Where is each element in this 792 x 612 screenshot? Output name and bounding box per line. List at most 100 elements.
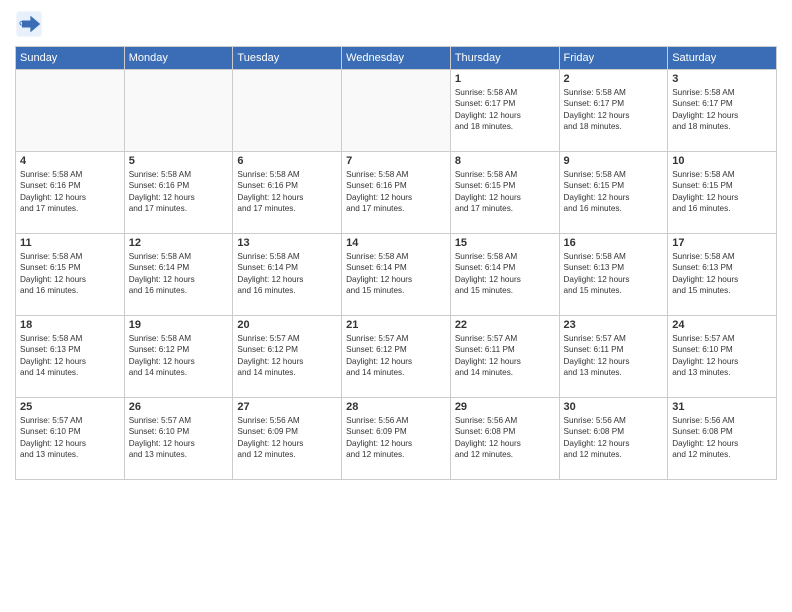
day-number: 25 [20,401,120,413]
day-info: Sunrise: 5:58 AM Sunset: 6:14 PM Dayligh… [129,251,229,297]
logo-icon: G [15,10,43,38]
calendar-cell: 17Sunrise: 5:58 AM Sunset: 6:13 PM Dayli… [668,234,777,316]
calendar-cell: 13 Sunrise: 5:58 AM Sunset: 6:14 PM Dayli… [233,234,342,316]
day-info: Sunrise: 5:57 AM Sunset: 6:11 PM Dayligh… [455,333,555,379]
day-number: 1 [455,73,555,85]
day-number: 8 [455,155,555,167]
calendar-cell: 5Sunrise: 5:58 AM Sunset: 6:16 PM Daylig… [124,152,233,234]
calendar-cell [16,70,125,152]
week-row-1: 1 Sunrise: 5:58 AM Sunset: 6:17 PM Daylig… [16,70,777,152]
day-number: 27 [237,401,337,413]
weekday-header-thursday: Thursday [450,47,559,70]
day-number: 12 [129,237,229,249]
day-info: Sunrise: 5:57 AM Sunset: 6:12 PM Dayligh… [237,333,337,379]
weekday-header-saturday: Saturday [668,47,777,70]
day-info: Sunrise: 5:58 AM Sunset: 6:13 PM Dayligh… [20,333,120,379]
day-info: Sunrise: 5:58 AM Sunset: 6:14 PM Dayligh… [237,251,337,297]
calendar-cell: 26 Sunrise: 5:57 AM Sunset: 6:10 PM Dayli… [124,398,233,480]
calendar-cell: 30Sunrise: 5:56 AM Sunset: 6:08 PM Dayli… [559,398,668,480]
day-number: 24 [672,319,772,331]
day-info: Sunrise: 5:58 AM Sunset: 6:15 PM Dayligh… [564,169,664,215]
calendar-cell: 10 Sunrise: 5:58 AM Sunset: 6:15 PM Dayli… [668,152,777,234]
calendar-cell: 25 Sunrise: 5:57 AM Sunset: 6:10 PM Dayli… [16,398,125,480]
day-number: 20 [237,319,337,331]
calendar-cell: 8 Sunrise: 5:58 AM Sunset: 6:15 PM Daylig… [450,152,559,234]
day-number: 21 [346,319,446,331]
calendar-cell: 28 Sunrise: 5:56 AM Sunset: 6:09 PM Dayli… [342,398,451,480]
header: G [15,10,777,38]
calendar-cell: 20 Sunrise: 5:57 AM Sunset: 6:12 PM Dayli… [233,316,342,398]
day-number: 2 [564,73,664,85]
svg-text:G: G [19,20,24,27]
day-number: 16 [564,237,664,249]
day-info: Sunrise: 5:56 AM Sunset: 6:09 PM Dayligh… [237,415,337,461]
day-info: Sunrise: 5:57 AM Sunset: 6:10 PM Dayligh… [129,415,229,461]
calendar-cell [124,70,233,152]
day-number: 22 [455,319,555,331]
calendar-cell: 18Sunrise: 5:58 AM Sunset: 6:13 PM Dayli… [16,316,125,398]
day-number: 5 [129,155,229,167]
calendar-cell: 12 Sunrise: 5:58 AM Sunset: 6:14 PM Dayli… [124,234,233,316]
page: G SundayMondayTuesdayWednesdayThursdayFr… [0,0,792,612]
day-info: Sunrise: 5:58 AM Sunset: 6:16 PM Dayligh… [237,169,337,215]
calendar-cell: 27 Sunrise: 5:56 AM Sunset: 6:09 PM Dayli… [233,398,342,480]
week-row-4: 18Sunrise: 5:58 AM Sunset: 6:13 PM Dayli… [16,316,777,398]
calendar-cell: 15 Sunrise: 5:58 AM Sunset: 6:14 PM Dayli… [450,234,559,316]
day-info: Sunrise: 5:57 AM Sunset: 6:10 PM Dayligh… [20,415,120,461]
day-info: Sunrise: 5:58 AM Sunset: 6:17 PM Dayligh… [455,87,555,133]
calendar-table: SundayMondayTuesdayWednesdayThursdayFrid… [15,46,777,480]
weekday-header-row: SundayMondayTuesdayWednesdayThursdayFrid… [16,47,777,70]
calendar-cell: 16 Sunrise: 5:58 AM Sunset: 6:13 PM Dayli… [559,234,668,316]
day-info: Sunrise: 5:58 AM Sunset: 6:15 PM Dayligh… [20,251,120,297]
day-info: Sunrise: 5:57 AM Sunset: 6:12 PM Dayligh… [346,333,446,379]
day-number: 23 [564,319,664,331]
day-info: Sunrise: 5:58 AM Sunset: 6:15 PM Dayligh… [672,169,772,215]
day-info: Sunrise: 5:58 AM Sunset: 6:16 PM Dayligh… [346,169,446,215]
calendar-cell: 6 Sunrise: 5:58 AM Sunset: 6:16 PM Daylig… [233,152,342,234]
day-number: 13 [237,237,337,249]
calendar-cell: 19Sunrise: 5:58 AM Sunset: 6:12 PM Dayli… [124,316,233,398]
day-info: Sunrise: 5:58 AM Sunset: 6:13 PM Dayligh… [564,251,664,297]
day-info: Sunrise: 5:58 AM Sunset: 6:17 PM Dayligh… [564,87,664,133]
day-info: Sunrise: 5:58 AM Sunset: 6:15 PM Dayligh… [455,169,555,215]
weekday-header-wednesday: Wednesday [342,47,451,70]
day-number: 6 [237,155,337,167]
week-row-2: 4Sunrise: 5:58 AM Sunset: 6:16 PM Daylig… [16,152,777,234]
calendar-cell: 23 Sunrise: 5:57 AM Sunset: 6:11 PM Dayli… [559,316,668,398]
day-info: Sunrise: 5:58 AM Sunset: 6:14 PM Dayligh… [455,251,555,297]
day-info: Sunrise: 5:56 AM Sunset: 6:09 PM Dayligh… [346,415,446,461]
day-number: 9 [564,155,664,167]
calendar-cell: 24 Sunrise: 5:57 AM Sunset: 6:10 PM Dayli… [668,316,777,398]
day-number: 3 [672,73,772,85]
day-info: Sunrise: 5:57 AM Sunset: 6:11 PM Dayligh… [564,333,664,379]
day-info: Sunrise: 5:56 AM Sunset: 6:08 PM Dayligh… [455,415,555,461]
day-number: 29 [455,401,555,413]
day-info: Sunrise: 5:56 AM Sunset: 6:08 PM Dayligh… [672,415,772,461]
day-info: Sunrise: 5:58 AM Sunset: 6:17 PM Dayligh… [672,87,772,133]
day-number: 17 [672,237,772,249]
day-number: 26 [129,401,229,413]
calendar-cell: 2 Sunrise: 5:58 AM Sunset: 6:17 PM Daylig… [559,70,668,152]
weekday-header-sunday: Sunday [16,47,125,70]
weekday-header-monday: Monday [124,47,233,70]
calendar-cell: 14 Sunrise: 5:58 AM Sunset: 6:14 PM Dayli… [342,234,451,316]
day-number: 31 [672,401,772,413]
day-info: Sunrise: 5:58 AM Sunset: 6:12 PM Dayligh… [129,333,229,379]
day-info: Sunrise: 5:57 AM Sunset: 6:10 PM Dayligh… [672,333,772,379]
week-row-3: 11Sunrise: 5:58 AM Sunset: 6:15 PM Dayli… [16,234,777,316]
calendar-cell: 21 Sunrise: 5:57 AM Sunset: 6:12 PM Dayli… [342,316,451,398]
calendar-cell: 22 Sunrise: 5:57 AM Sunset: 6:11 PM Dayli… [450,316,559,398]
calendar-cell: 1 Sunrise: 5:58 AM Sunset: 6:17 PM Daylig… [450,70,559,152]
calendar-cell: 11Sunrise: 5:58 AM Sunset: 6:15 PM Dayli… [16,234,125,316]
calendar-cell: 31 Sunrise: 5:56 AM Sunset: 6:08 PM Dayli… [668,398,777,480]
week-row-5: 25 Sunrise: 5:57 AM Sunset: 6:10 PM Dayli… [16,398,777,480]
day-number: 15 [455,237,555,249]
day-number: 10 [672,155,772,167]
logo: G [15,10,47,38]
day-number: 28 [346,401,446,413]
calendar-cell: 29 Sunrise: 5:56 AM Sunset: 6:08 PM Dayli… [450,398,559,480]
calendar-cell: 7Sunrise: 5:58 AM Sunset: 6:16 PM Daylig… [342,152,451,234]
day-number: 14 [346,237,446,249]
day-info: Sunrise: 5:58 AM Sunset: 6:14 PM Dayligh… [346,251,446,297]
day-info: Sunrise: 5:56 AM Sunset: 6:08 PM Dayligh… [564,415,664,461]
